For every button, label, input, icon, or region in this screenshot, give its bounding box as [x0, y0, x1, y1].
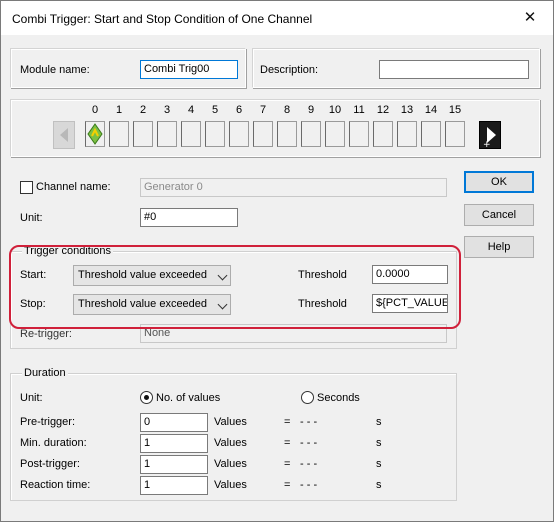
channel-number: 14 [424, 104, 438, 116]
arrow-left-icon [60, 128, 68, 142]
channel-number: 13 [400, 104, 414, 116]
reaction-time-equals: = [284, 479, 291, 491]
channel-number: 10 [328, 104, 342, 116]
channel-number: 4 [187, 104, 195, 116]
channel-number: 0 [91, 104, 99, 116]
channel-number: 12 [376, 104, 390, 116]
min-duration-equals: = [284, 437, 291, 449]
channel-active-icon [87, 123, 103, 145]
channel-name-checkbox[interactable] [20, 181, 33, 194]
channel-slot[interactable] [181, 121, 201, 147]
channel-name-label: Channel name: [36, 181, 111, 193]
channel-slot[interactable] [85, 121, 105, 147]
min-duration-label: Min. duration: [20, 437, 87, 449]
highlight-annotation [9, 245, 461, 329]
min-duration-seconds-unit: s [376, 437, 382, 449]
pre-trigger-unit: Values [214, 416, 247, 428]
cancel-button[interactable]: Cancel [464, 204, 534, 226]
channel-slot[interactable] [397, 121, 417, 147]
channel-slot[interactable] [301, 121, 321, 147]
no-of-values-label: No. of values [156, 392, 221, 404]
seconds-radio[interactable] [301, 391, 314, 404]
channel-slot[interactable] [445, 121, 465, 147]
no-of-values-radio[interactable] [140, 391, 153, 404]
channel-slot[interactable] [157, 121, 177, 147]
channel-number: 15 [448, 104, 462, 116]
channel-slot[interactable] [253, 121, 273, 147]
description-input[interactable] [379, 60, 529, 79]
pre-trigger-equals: = [284, 416, 291, 428]
channel-slot[interactable] [325, 121, 345, 147]
post-trigger-unit: Values [214, 458, 247, 470]
reaction-time-seconds-unit: s [376, 479, 382, 491]
description-label: Description: [260, 64, 319, 76]
close-icon[interactable]: ✕ [519, 7, 541, 29]
channel-slot[interactable] [373, 121, 393, 147]
module-name-input[interactable]: Combi Trig00 [140, 60, 238, 79]
retrigger-label: Re-trigger: [20, 328, 72, 340]
title-bar[interactable]: Combi Trigger: Start and Stop Condition … [1, 1, 553, 35]
post-trigger-computed: - - - [300, 458, 318, 470]
pre-trigger-label: Pre-trigger: [20, 416, 76, 428]
arrow-right-icon: + [483, 127, 496, 150]
post-trigger-label: Post-trigger: [20, 458, 80, 470]
next-channels-button[interactable]: + [479, 121, 501, 150]
unit-label: Unit: [20, 212, 43, 224]
reaction-time-input[interactable]: 1 [140, 476, 208, 495]
help-button[interactable]: Help [464, 236, 534, 258]
channel-slot[interactable] [421, 121, 441, 147]
channel-number: 5 [211, 104, 219, 116]
channel-number: 6 [235, 104, 243, 116]
channel-number: 1 [115, 104, 123, 116]
duration-unit-label: Unit: [20, 392, 43, 404]
pre-trigger-computed: - - - [300, 416, 318, 428]
channel-slot[interactable] [229, 121, 249, 147]
channel-number: 11 [353, 104, 365, 116]
channel-number: 8 [283, 104, 291, 116]
pre-trigger-seconds-unit: s [376, 416, 382, 428]
channel-number: 7 [259, 104, 267, 116]
channel-number: 3 [163, 104, 171, 116]
ok-button[interactable]: OK [464, 171, 534, 193]
channel-slot[interactable] [349, 121, 369, 147]
prev-channels-button[interactable] [53, 121, 75, 149]
channel-slot[interactable] [109, 121, 129, 147]
min-duration-unit: Values [214, 437, 247, 449]
channel-slot[interactable] [205, 121, 225, 147]
pre-trigger-input[interactable]: 0 [140, 413, 208, 432]
module-name-label: Module name: [20, 64, 90, 76]
dialog-window: Combi Trigger: Start and Stop Condition … [0, 0, 554, 522]
unit-input[interactable]: #0 [140, 208, 238, 227]
duration-title: Duration [22, 367, 68, 379]
svg-text:+: + [483, 140, 491, 148]
post-trigger-input[interactable]: 1 [140, 455, 208, 474]
channel-number: 9 [307, 104, 315, 116]
reaction-time-computed: - - - [300, 479, 318, 491]
channel-slot[interactable] [277, 121, 297, 147]
reaction-time-unit: Values [214, 479, 247, 491]
reaction-time-label: Reaction time: [20, 479, 91, 491]
min-duration-input[interactable]: 1 [140, 434, 208, 453]
channel-name-input: Generator 0 [140, 178, 447, 197]
min-duration-computed: - - - [300, 437, 318, 449]
window-title: Combi Trigger: Start and Stop Condition … [12, 12, 313, 26]
seconds-label: Seconds [317, 392, 360, 404]
channel-slot[interactable] [133, 121, 153, 147]
post-trigger-seconds-unit: s [376, 458, 382, 470]
channel-number: 2 [139, 104, 147, 116]
post-trigger-equals: = [284, 458, 291, 470]
